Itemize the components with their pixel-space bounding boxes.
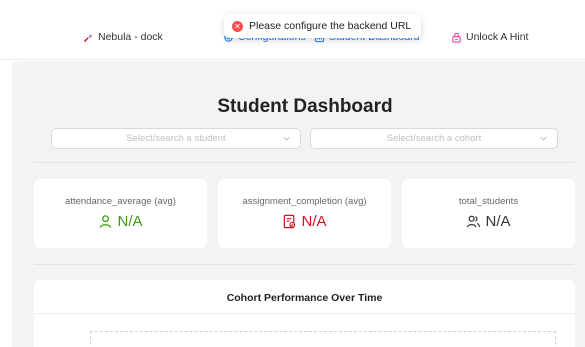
chart-plot-area [90, 331, 556, 347]
file-check-icon [284, 214, 296, 229]
metric-value-text: N/A [485, 213, 511, 230]
nav-unlock-hint[interactable]: Unlock A Hint [451, 31, 528, 43]
cohort-performance-chart-card: Cohort Performance Over Time [34, 280, 575, 347]
cohort-select-placeholder: Select/search a cohort [386, 133, 482, 144]
metric-card-attendance: attendance_average (avg) N/A [34, 179, 207, 248]
divider [34, 162, 574, 163]
users-icon [467, 215, 481, 228]
metric-value-text: N/A [117, 213, 143, 230]
metric-value-text: N/A [301, 213, 327, 230]
cohort-select[interactable]: Select/search a cohort [310, 128, 558, 149]
metric-label: attendance_average (avg) [65, 196, 176, 207]
error-toast: ✕ Please configure the backend URL [224, 14, 422, 38]
nav-unlock-hint-label: Unlock A Hint [466, 31, 529, 43]
metric-card-total-students: total_students N/A [402, 179, 575, 248]
chevron-down-icon [283, 136, 290, 141]
metric-label: assignment_completion (avg) [242, 196, 367, 207]
metric-card-assignment: assignment_completion (avg) N/A [218, 179, 391, 248]
error-icon: ✕ [232, 20, 243, 32]
chevron-down-icon [540, 136, 547, 141]
nav-brand-label: Nebula - dock [98, 31, 163, 43]
user-icon [100, 215, 112, 228]
page-title: Student Dashboard [217, 96, 393, 117]
metric-value: N/A [34, 213, 207, 230]
lock-icon [452, 32, 461, 43]
metric-value: N/A [218, 213, 391, 230]
toast-message: Please configure the backend URL [249, 20, 412, 32]
metric-label: total_students [458, 196, 519, 207]
student-select-placeholder: Select/search a student [126, 133, 226, 144]
nav-brand[interactable]: Nebula - dock [83, 31, 163, 43]
student-select[interactable]: Select/search a student [51, 128, 301, 149]
divider [34, 264, 574, 265]
rocket-icon [84, 33, 93, 42]
divider [34, 313, 575, 314]
chart-title: Cohort Performance Over Time [226, 292, 383, 304]
metric-value: N/A [402, 213, 575, 230]
